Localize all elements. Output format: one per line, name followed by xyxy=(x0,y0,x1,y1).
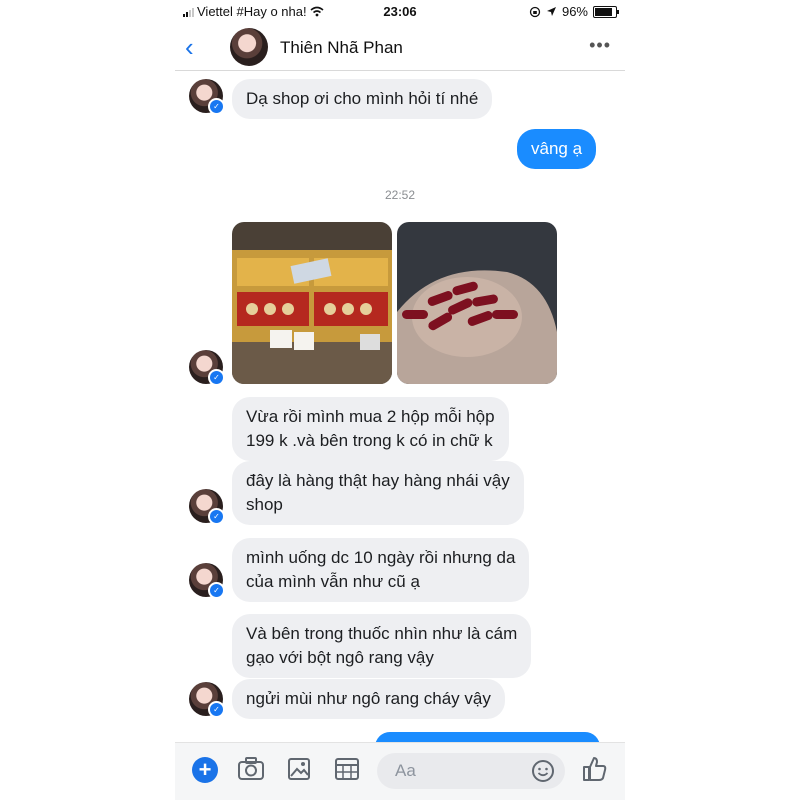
photo-attachment-boxes[interactable] xyxy=(232,222,392,384)
message-bubble-outgoing[interactable]: vâng ạ xyxy=(517,129,597,169)
messenger-badge-icon: ✓ xyxy=(208,701,225,718)
contact-name[interactable]: Thiên Nhã Phan xyxy=(280,38,403,58)
message-text: của mình vẫn như cũ ạ xyxy=(246,572,420,591)
battery-percent: 96% xyxy=(561,4,588,19)
back-chevron-icon[interactable]: ‹ xyxy=(185,34,194,60)
message-composer: + Aa xyxy=(175,742,625,800)
message-timestamp: 22:52 xyxy=(384,188,416,202)
like-thumb-icon[interactable] xyxy=(581,755,607,783)
message-text: Dạ shop ơi cho mình hỏi tí nhé xyxy=(246,89,479,108)
message-input-placeholder: Aa xyxy=(395,761,416,780)
status-bar: Viettel #Hay o nha! 23:06 96% xyxy=(175,0,625,26)
message-bubble[interactable]: mình uống dc 10 ngày rồi nhưng da của mì… xyxy=(232,538,530,602)
avatar[interactable]: ✓ xyxy=(189,563,225,599)
gallery-icon[interactable] xyxy=(287,756,311,782)
message-text: gạo với bột ngô rang vậy xyxy=(246,648,434,667)
message-text: ngửi mùi như ngô rang cháy vậy xyxy=(246,689,491,708)
message-text: 199 k .và bên trong k có in chữ k xyxy=(246,431,493,450)
avatar[interactable]: ✓ xyxy=(189,79,225,115)
messenger-badge-icon: ✓ xyxy=(208,508,225,525)
message-bubble[interactable]: Dạ shop ơi cho mình hỏi tí nhé xyxy=(232,79,493,119)
message-text: đây là hàng thật hay hàng nhái vậy xyxy=(246,471,510,490)
messenger-screen: Viettel #Hay o nha! 23:06 96% ‹ Thiên Nh… xyxy=(175,0,625,800)
message-bubble[interactable]: Và bên trong thuốc nhìn như là cám gạo v… xyxy=(232,614,532,678)
emoji-icon[interactable] xyxy=(531,759,555,783)
message-text: shop xyxy=(246,495,283,514)
photo-attachment-capsules[interactable] xyxy=(397,222,557,384)
messenger-badge-icon: ✓ xyxy=(208,98,225,115)
capsules-photo-image xyxy=(397,222,557,384)
boxes-photo-image xyxy=(232,222,392,384)
message-bubble[interactable]: Vừa rồi mình mua 2 hộp mỗi hộp 199 k .và… xyxy=(232,397,509,461)
sticker-grid-icon[interactable] xyxy=(334,756,360,782)
avatar[interactable]: ✓ xyxy=(189,350,225,386)
messenger-badge-icon: ✓ xyxy=(208,369,225,386)
avatar[interactable]: ✓ xyxy=(189,489,225,525)
message-input[interactable]: Aa xyxy=(377,753,565,789)
messenger-badge-icon: ✓ xyxy=(208,582,225,599)
message-text: Vừa rồi mình mua 2 hộp mỗi hộp xyxy=(246,407,495,426)
message-text: mình uống dc 10 ngày rồi nhưng da xyxy=(246,548,516,567)
location-icon xyxy=(546,7,556,16)
camera-icon[interactable] xyxy=(237,756,265,782)
message-bubble[interactable]: ngửi mùi như ngô rang cháy vậy xyxy=(232,679,505,719)
avatar[interactable]: ✓ xyxy=(189,682,225,718)
rotation-lock-icon xyxy=(529,6,541,17)
message-text: vâng ạ xyxy=(531,139,583,158)
contact-avatar[interactable] xyxy=(230,28,268,66)
message-bubble[interactable]: đây là hàng thật hay hàng nhái vậy shop xyxy=(232,461,524,525)
battery-icon xyxy=(593,5,619,18)
message-text: Và bên trong thuốc nhìn như là cám xyxy=(246,624,518,643)
status-right: 96% xyxy=(529,4,619,19)
plus-icon[interactable]: + xyxy=(192,757,218,783)
chat-header: ‹ Thiên Nhã Phan ••• xyxy=(175,26,625,71)
more-options-icon[interactable]: ••• xyxy=(589,35,611,56)
